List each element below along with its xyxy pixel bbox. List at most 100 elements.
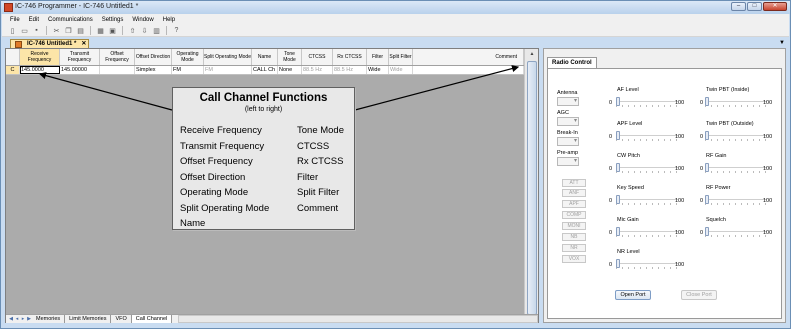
col-header-split-filter[interactable]: Split Filter [389, 49, 413, 65]
slider-knob[interactable] [705, 163, 709, 172]
col-header-transmit-frequency[interactable]: Transmit Frequency [60, 49, 100, 65]
tab-radio-control[interactable]: Radio Control [547, 57, 597, 68]
col-header-rx-ctcss[interactable]: Rx CTCSS [333, 49, 367, 65]
tab-call-channel[interactable]: Call Channel [131, 315, 173, 323]
tab-limit-memories[interactable]: Limit Memories [65, 315, 112, 323]
open-port-button[interactable]: Open Port [615, 290, 651, 300]
monitor-icon[interactable]: ▥ [152, 26, 161, 35]
grid-header: Receive Frequency Transmit Frequency Off… [6, 49, 524, 66]
af-level-slider[interactable] [616, 97, 678, 107]
slider-knob[interactable] [616, 163, 620, 172]
cell-rx-ctcss[interactable]: 88.5 Hz [333, 66, 367, 74]
open-folder-icon[interactable]: ▭ [20, 26, 29, 35]
tab-vfo[interactable]: VFO [111, 315, 132, 323]
cell-offset-direction[interactable]: Simplex [135, 66, 172, 74]
title-bar[interactable]: IC-746 Programmer - IC-746 Untitled1 * –… [1, 1, 790, 14]
col-header-comment[interactable]: Comment [413, 49, 524, 65]
col-header-filter[interactable]: Filter [367, 49, 389, 65]
read-radio-icon[interactable]: ⇧ [128, 26, 137, 35]
cell-receive-frequency[interactable]: 145.0000 [20, 66, 60, 74]
pre-amp-select[interactable] [557, 157, 579, 166]
slider-knob[interactable] [616, 97, 620, 106]
row-header[interactable]: C [6, 66, 20, 74]
nb-button[interactable]: NB [562, 233, 586, 241]
slider-label: Key Speed [617, 185, 644, 191]
twin-pbt-outside-slider[interactable] [705, 131, 767, 141]
scroll-up-icon[interactable]: ▲ [525, 49, 539, 60]
slider-min: 0 [700, 166, 704, 172]
menu-window[interactable]: Window [132, 17, 153, 23]
new-file-icon[interactable]: ▯ [8, 26, 17, 35]
agc-select[interactable] [557, 117, 579, 126]
col-header-name[interactable]: Name [252, 49, 278, 65]
rf-gain-slider[interactable] [705, 163, 767, 173]
cell-ctcss[interactable]: 88.5 Hz [302, 66, 333, 74]
slider-knob[interactable] [616, 259, 620, 268]
vertical-scrollbar[interactable]: ▲ [524, 49, 539, 315]
key-speed-slider[interactable] [616, 195, 678, 205]
print-icon[interactable]: ▦ [96, 26, 105, 35]
antenna-select[interactable] [557, 97, 579, 106]
col-header-offset-direction[interactable]: Offset Direction [135, 49, 172, 65]
apf-button[interactable]: APF [562, 200, 586, 208]
cw-pitch-slider[interactable] [616, 163, 678, 173]
slider-knob[interactable] [705, 97, 709, 106]
slider-knob[interactable] [616, 131, 620, 140]
menu-file[interactable]: File [10, 17, 20, 23]
break-in-select[interactable] [557, 137, 579, 146]
cell-transmit-frequency[interactable]: 145.00000 [60, 66, 100, 74]
table-row[interactable]: C 145.0000 145.00000 Simplex FM FM CALL … [6, 66, 524, 75]
col-header-operating-mode[interactable]: Operating Mode [172, 49, 204, 65]
close-button[interactable]: ✕ [763, 2, 787, 11]
col-header-ctcss[interactable]: CTCSS [302, 49, 333, 65]
slider-knob[interactable] [705, 227, 709, 236]
cell-split-filter[interactable]: Wide [389, 66, 413, 74]
cell-split-operating-mode[interactable]: FM [204, 66, 252, 74]
rf-power-slider[interactable] [705, 195, 767, 205]
slider-max: 100 [763, 166, 773, 172]
tab-memories[interactable]: Memories [32, 315, 66, 323]
mic-gain-slider[interactable] [616, 227, 678, 237]
menu-edit[interactable]: Edit [29, 17, 39, 23]
cell-name[interactable]: CALL Ch [252, 66, 278, 74]
comp-button[interactable]: COMP [562, 211, 586, 219]
help-icon[interactable]: ? [172, 26, 181, 35]
horizontal-scrollbar[interactable] [178, 315, 538, 323]
cut-icon[interactable]: ✂ [52, 26, 61, 35]
col-header-tone-mode[interactable]: Tone Mode [278, 49, 302, 65]
cell-tone-mode[interactable]: None [278, 66, 302, 74]
menu-help[interactable]: Help [163, 17, 175, 23]
cell-operating-mode[interactable]: FM [172, 66, 204, 74]
vox-button[interactable]: VOX [562, 255, 586, 263]
moni-button[interactable]: MONI [562, 222, 586, 230]
maximize-button[interactable]: □ [747, 2, 762, 11]
apf-level-slider[interactable] [616, 131, 678, 141]
cell-comment[interactable] [413, 66, 524, 74]
slider-knob[interactable] [705, 195, 709, 204]
minimize-button[interactable]: – [731, 2, 746, 11]
squelch-slider[interactable] [705, 227, 767, 237]
print-preview-icon[interactable]: ▣ [108, 26, 117, 35]
col-header-split-operating-mode[interactable]: Split Operating Mode [204, 49, 252, 65]
anf-button[interactable]: ANF [562, 189, 586, 197]
menu-settings[interactable]: Settings [102, 17, 124, 23]
col-header-receive-frequency[interactable]: Receive Frequency [20, 49, 60, 65]
menu-communications[interactable]: Communications [48, 17, 93, 23]
cell-filter[interactable]: Wide [367, 66, 389, 74]
cell-offset-frequency[interactable] [100, 66, 135, 74]
col-header-offset-frequency[interactable]: Offset Frequency [100, 49, 135, 65]
nr-level-slider[interactable] [616, 259, 678, 269]
att-button[interactable]: ATT [562, 179, 586, 187]
slider-knob[interactable] [616, 227, 620, 236]
close-port-button[interactable]: Close Port [681, 290, 717, 300]
scroll-thumb[interactable] [527, 61, 537, 315]
slider-knob[interactable] [705, 131, 709, 140]
copy-icon[interactable]: ❐ [64, 26, 73, 35]
twin-pbt-inside-slider[interactable] [705, 97, 767, 107]
paste-icon[interactable]: ▤ [76, 26, 85, 35]
chevron-down-icon[interactable]: ▼ [779, 40, 785, 46]
write-radio-icon[interactable]: ⇩ [140, 26, 149, 35]
slider-knob[interactable] [616, 195, 620, 204]
save-icon[interactable]: ▪ [32, 26, 41, 35]
nr-button[interactable]: NR [562, 244, 586, 252]
